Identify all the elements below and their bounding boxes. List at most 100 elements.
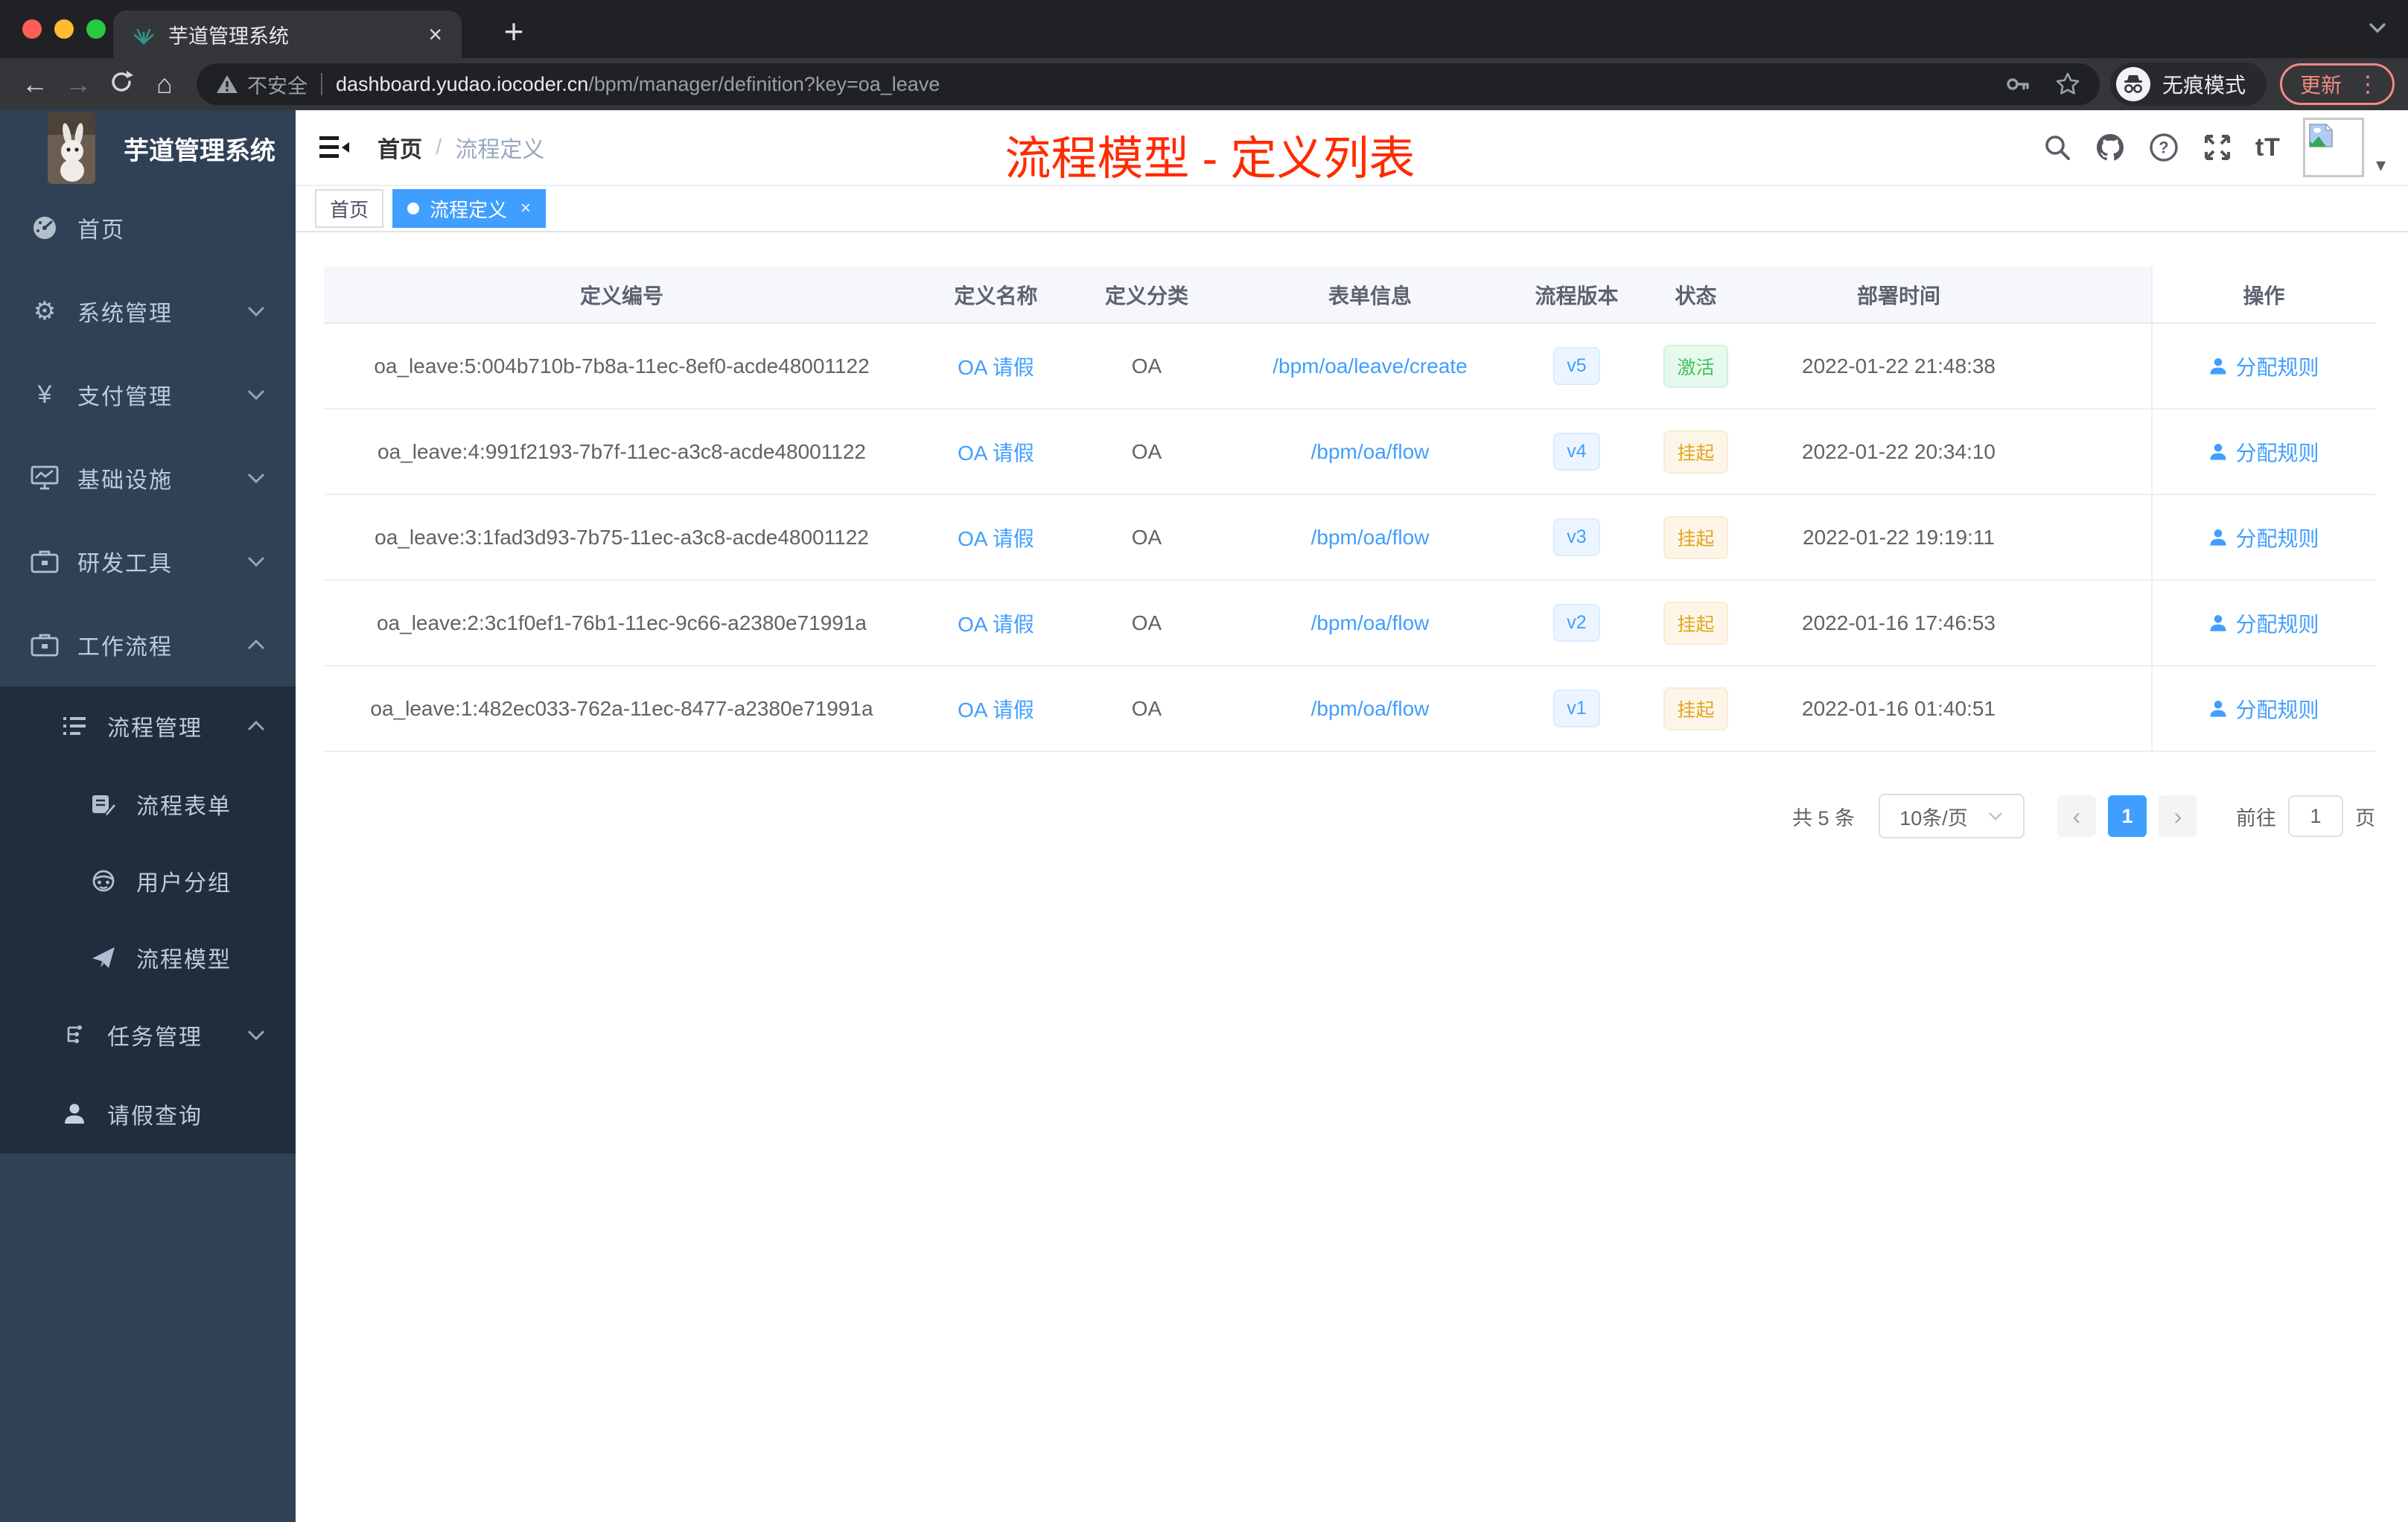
table-row: oa_leave:2:3c1f0ef1-76b1-11ec-9c66-a2380… <box>324 580 2375 666</box>
help-icon[interactable]: ? <box>2148 132 2179 163</box>
sidebar-item-workflow[interactable]: 工作流程 <box>0 603 296 687</box>
sidebar-item-label: 请假查询 <box>107 1104 203 1129</box>
person-icon <box>2210 357 2227 375</box>
page-number-button[interactable]: 1 <box>2108 795 2147 837</box>
security-warning[interactable]: 不安全 <box>216 70 308 99</box>
assign-rule-link[interactable]: 分配规则 <box>2208 437 2319 467</box>
breadcrumb-home[interactable]: 首页 <box>378 131 422 164</box>
warning-icon <box>217 75 238 93</box>
sidebar-item-label: 首页 <box>77 218 125 243</box>
page-content: 定义编号 定义名称 定义分类 表单信息 流程版本 状态 部署时间 操作 oa_l… <box>296 232 2408 1522</box>
forward-button[interactable]: → <box>57 71 100 98</box>
version-badge[interactable]: v2 <box>1553 604 1600 642</box>
definition-name-link[interactable]: OA 请假 <box>958 613 1034 636</box>
sidebar-collapse-icon[interactable] <box>319 136 349 159</box>
version-badge[interactable]: v5 <box>1553 347 1600 385</box>
browser-tab[interactable]: 芋道管理系统 × <box>113 10 462 58</box>
broken-image-icon <box>2309 123 2334 147</box>
definition-name-link[interactable]: OA 请假 <box>958 356 1034 379</box>
user-group-icon <box>87 869 120 893</box>
sidebar-item-system[interactable]: ⚙ 系统管理 <box>0 270 296 353</box>
sidebar-item-process-model[interactable]: 流程模型 <box>0 919 296 996</box>
window-controls[interactable] <box>22 19 106 39</box>
sidebar-item-label: 基础设施 <box>77 468 173 493</box>
toolbox-icon <box>28 549 61 574</box>
col-definition-name: 定义名称 <box>920 267 1072 324</box>
update-button[interactable]: 更新 ⋮ <box>2279 63 2395 105</box>
sidebar-item-leave-query[interactable]: 请假查询 <box>0 1074 296 1153</box>
font-size-icon[interactable]: tT <box>2255 133 2281 162</box>
definition-name-link[interactable]: OA 请假 <box>958 527 1034 550</box>
tree-icon <box>58 1023 91 1047</box>
col-form-info: 表单信息 <box>1221 267 1519 324</box>
version-badge[interactable]: v4 <box>1553 433 1600 471</box>
sidebar-item-process-manage[interactable]: 流程管理 <box>0 687 296 765</box>
tag-home[interactable]: 首页 <box>315 189 384 228</box>
chevron-down-icon <box>246 305 266 317</box>
sidebar-item-pay[interactable]: ¥ 支付管理 <box>0 353 296 436</box>
reload-button[interactable] <box>100 69 143 100</box>
page-size-select[interactable]: 10条/页 <box>1879 794 2025 838</box>
goto-page-input[interactable] <box>2288 795 2343 837</box>
definition-table: 定义编号 定义名称 定义分类 表单信息 流程版本 状态 部署时间 操作 oa_l… <box>324 267 2375 752</box>
fullscreen-icon[interactable] <box>2202 132 2233 163</box>
version-badge[interactable]: v1 <box>1553 690 1600 727</box>
assign-rule-link[interactable]: 分配规则 <box>2208 351 2319 381</box>
sidebar-item-devtools[interactable]: 研发工具 <box>0 520 296 603</box>
tag-process-definition[interactable]: 流程定义 × <box>392 189 547 228</box>
definition-name-link[interactable]: OA 请假 <box>958 698 1034 722</box>
version-badge[interactable]: v3 <box>1553 518 1600 556</box>
chevron-down-icon <box>246 555 266 567</box>
tab-search-chevron-icon[interactable] <box>2366 21 2389 39</box>
sidebar-logo[interactable]: 芋道管理系统 <box>0 110 296 186</box>
cell-deploy-time: 2022-01-22 20:34:10 <box>1757 409 2040 495</box>
home-button[interactable]: ⌂ <box>143 71 186 98</box>
pagination-total: 共 5 条 <box>1791 806 1855 830</box>
chevron-down-icon <box>1988 812 2002 821</box>
tag-label: 流程定义 <box>430 198 508 221</box>
browser-menu-icon[interactable]: ⋮ <box>2357 71 2379 98</box>
cell-id: oa_leave:2:3c1f0ef1-76b1-11ec-9c66-a2380… <box>324 580 920 666</box>
tab-close-icon[interactable]: × <box>428 22 442 46</box>
form-link[interactable]: /bpm/oa/flow <box>1311 440 1430 463</box>
chevron-up-icon <box>246 639 266 651</box>
incognito-badge: 无痕模式 <box>2109 63 2267 106</box>
prev-page-button[interactable]: ‹ <box>2057 795 2096 837</box>
search-icon[interactable] <box>2042 133 2072 162</box>
definition-name-link[interactable]: OA 请假 <box>958 442 1034 465</box>
sidebar-item-infra[interactable]: 基础设施 <box>0 436 296 520</box>
assign-rule-link[interactable]: 分配规则 <box>2208 608 2319 638</box>
sidebar-item-task-manage[interactable]: 任务管理 <box>0 996 296 1074</box>
github-icon[interactable] <box>2095 132 2126 163</box>
password-key-icon[interactable] <box>2004 71 2030 97</box>
avatar[interactable] <box>2302 118 2364 177</box>
address-bar[interactable]: 不安全 dashboard.yudao.iocoder.cn/bpm/manag… <box>197 63 2100 105</box>
assign-rule-link[interactable]: 分配规则 <box>2208 523 2319 553</box>
app-title: 芋道管理系统 <box>124 136 275 165</box>
cell-category: OA <box>1072 666 1221 752</box>
form-link[interactable]: /bpm/oa/flow <box>1311 697 1430 720</box>
form-link[interactable]: /bpm/oa/flow <box>1311 526 1430 549</box>
cell-category: OA <box>1072 580 1221 666</box>
new-tab-button[interactable]: + <box>493 10 535 52</box>
tag-close-icon[interactable]: × <box>520 198 531 219</box>
sidebar-item-user-group[interactable]: 用户分组 <box>0 842 296 919</box>
minimize-window-button[interactable] <box>54 19 74 39</box>
next-page-button[interactable]: › <box>2159 795 2197 837</box>
yuan-icon: ¥ <box>37 380 52 409</box>
form-link[interactable]: /bpm/oa/flow <box>1311 611 1430 634</box>
form-link[interactable]: /bpm/oa/leave/create <box>1273 354 1468 378</box>
zoom-window-button[interactable] <box>86 19 106 39</box>
status-badge: 挂起 <box>1663 430 1728 474</box>
bookmark-star-icon[interactable] <box>2055 71 2080 97</box>
update-label: 更新 <box>2299 74 2342 97</box>
sidebar-item-process-form[interactable]: 流程表单 <box>0 765 296 842</box>
avatar-caret-icon[interactable]: ▾ <box>2376 153 2386 176</box>
cell-id: oa_leave:5:004b710b-7b8a-11ec-8ef0-acde4… <box>324 323 920 410</box>
assign-rule-link[interactable]: 分配规则 <box>2208 694 2319 724</box>
document-edit-icon <box>87 792 120 816</box>
close-window-button[interactable] <box>22 19 42 39</box>
back-button[interactable]: ← <box>13 71 57 98</box>
sidebar-item-home[interactable]: 首页 <box>0 186 296 270</box>
chevron-up-icon <box>246 720 266 732</box>
